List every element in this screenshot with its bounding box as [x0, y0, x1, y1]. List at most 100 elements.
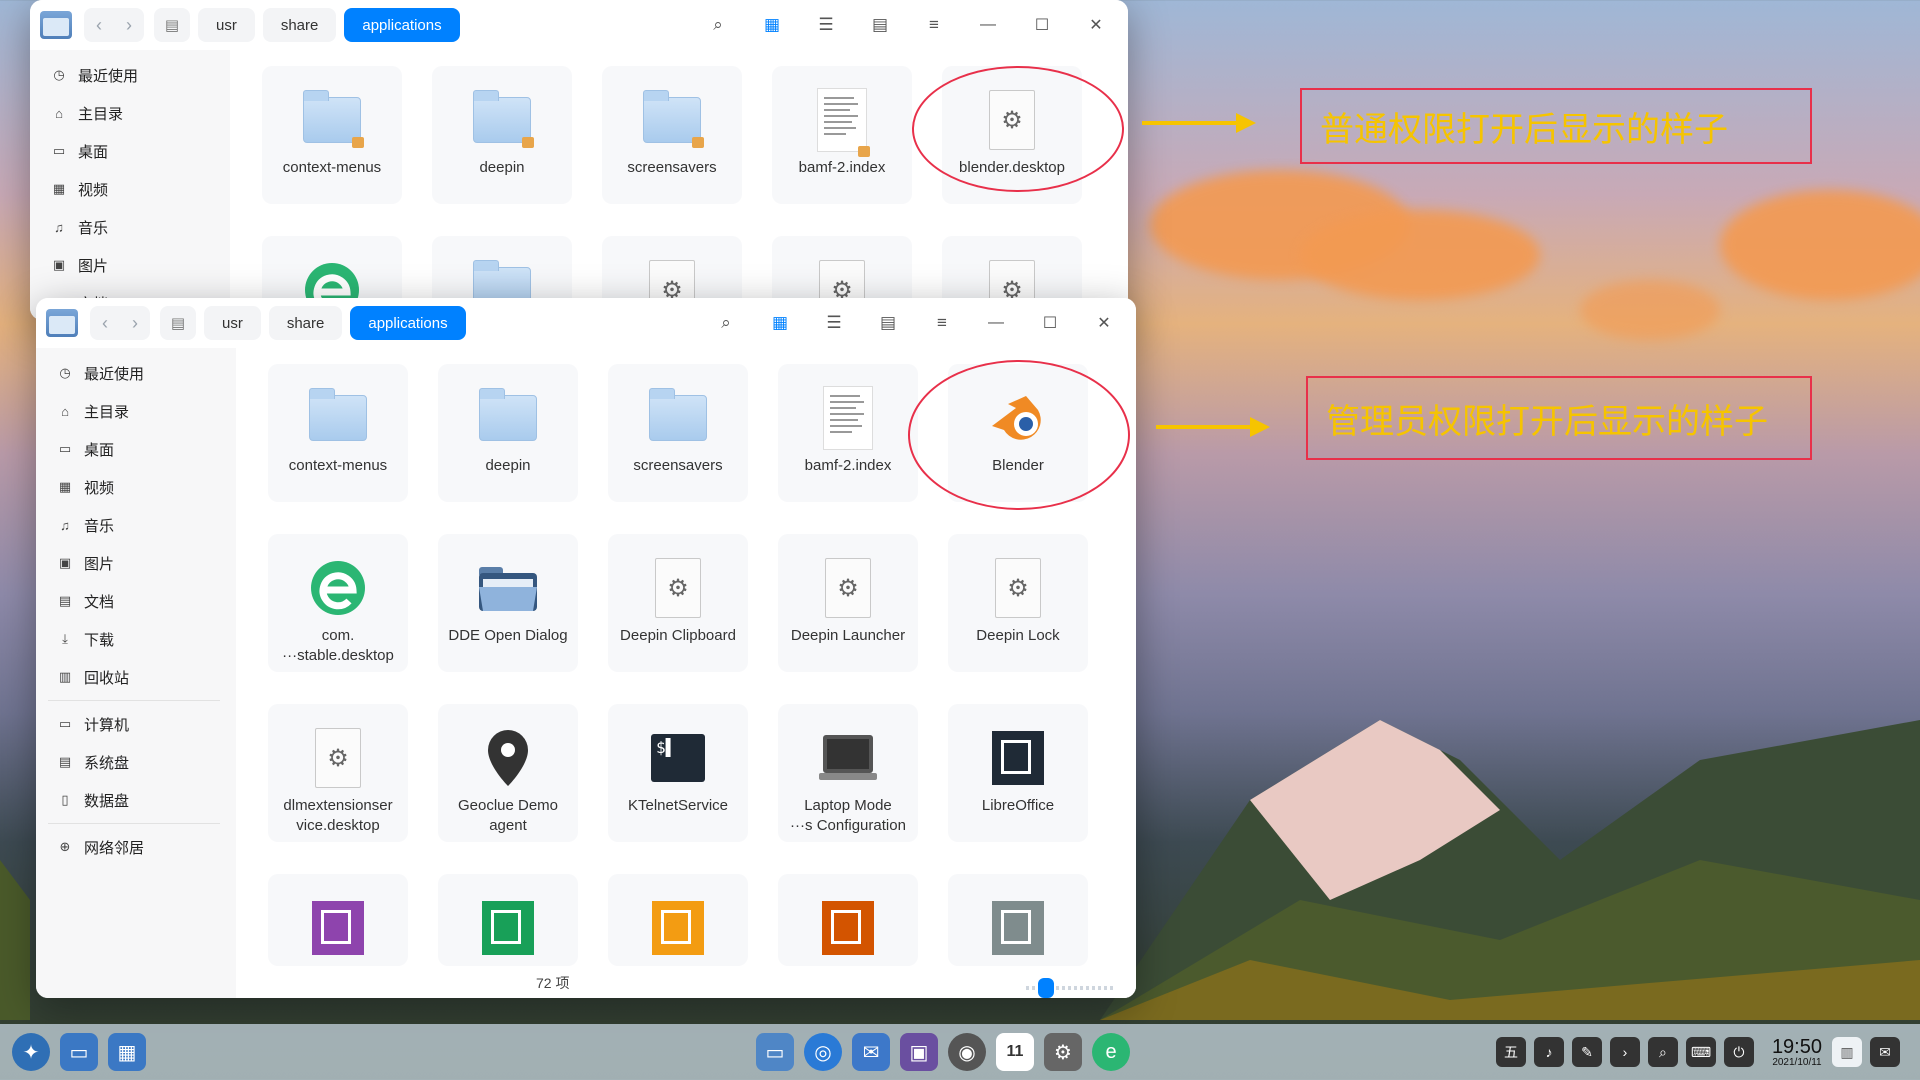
sidebar-item-music[interactable]: ♫ 音乐	[36, 506, 236, 544]
trash-bin-icon[interactable]: ▥	[1832, 1037, 1862, 1067]
file-tile[interactable]: $▌ KTelnetService	[608, 704, 748, 842]
file-tile[interactable]: bamf-2.index	[772, 66, 912, 204]
sidebar-item-recent[interactable]: ◷ 最近使用	[30, 56, 230, 94]
sidebar-item-music[interactable]: ♫ 音乐	[30, 208, 230, 246]
sidebar-item-home[interactable]: ⌂ 主目录	[30, 94, 230, 132]
close-button[interactable]: ✕	[1074, 8, 1118, 42]
sidebar-item-data-disk[interactable]: ▯ 数据盘	[36, 781, 236, 819]
sidebar-item-videos[interactable]: ▦ 视频	[36, 468, 236, 506]
sidebar-item-recent[interactable]: ◷ 最近使用	[36, 354, 236, 392]
file-tile[interactable]	[778, 874, 918, 966]
minimize-button[interactable]: —	[974, 306, 1018, 340]
search-tray-icon[interactable]: ⌕	[1647, 1037, 1678, 1067]
detail-view-icon[interactable]: ▤	[866, 306, 910, 340]
power-icon[interactable]: ⏻	[1723, 1037, 1754, 1067]
sidebar-item-computer[interactable]: ▭ 计算机	[36, 705, 236, 743]
close-button[interactable]: ✕	[1082, 306, 1126, 340]
breadcrumb-share[interactable]: share	[262, 8, 337, 42]
screenshot-icon[interactable]: ✎	[1571, 1037, 1602, 1067]
search-icon[interactable]: ⌕	[696, 8, 740, 42]
minimize-button[interactable]: —	[966, 8, 1010, 42]
sidebar-item-videos[interactable]: ▦ 视频	[30, 170, 230, 208]
sidebar-item-home[interactable]: ⌂ 主目录	[36, 392, 236, 430]
maximize-button[interactable]: ☐	[1020, 8, 1064, 42]
image-viewer-icon[interactable]: ▣	[900, 1033, 938, 1071]
sidebar-item-pictures[interactable]: ▣ 图片	[36, 544, 236, 582]
file-tile[interactable]: bamf-2.index	[778, 364, 918, 502]
file-tile[interactable]: ⚙ dlmextensionser vice.desktop	[268, 704, 408, 842]
file-tile[interactable]: Geoclue Demo agent	[438, 704, 578, 842]
file-tile[interactable]: screensavers	[608, 364, 748, 502]
titlebar: ‹ › ▤ usr share applications ⌕ ▦ ☰ ▤ ≡ —…	[30, 0, 1128, 50]
icon-view-icon[interactable]: ▦	[758, 306, 802, 340]
file-tile[interactable]: ⚙ Deepin Lock	[948, 534, 1088, 672]
file-tile[interactable]: Laptop Mode ···s Configuration	[778, 704, 918, 842]
list-view-icon[interactable]: ☰	[804, 8, 848, 42]
input-method-icon[interactable]: 五	[1495, 1037, 1526, 1067]
file-tile[interactable]: ⚙ Deepin Launcher	[778, 534, 918, 672]
forward-button[interactable]: ›	[114, 8, 144, 42]
gear-file-icon: ⚙	[825, 558, 871, 618]
file-tile[interactable]	[438, 874, 578, 966]
file-tile[interactable]: context-menus	[262, 66, 402, 204]
settings-gear-icon[interactable]: ⚙	[1044, 1033, 1082, 1071]
back-button[interactable]: ‹	[90, 306, 120, 340]
sidebar-item-trash[interactable]: ▥ 回收站	[36, 658, 236, 696]
clock-date: 2021/10/11	[1772, 1056, 1822, 1068]
gear-file-icon: ⚙	[315, 728, 361, 788]
file-tile[interactable]: deepin	[438, 364, 578, 502]
breadcrumb-share[interactable]: share	[268, 306, 343, 340]
detail-view-icon[interactable]: ▤	[858, 8, 902, 42]
multitasking-icon[interactable]: ▦	[108, 1033, 146, 1071]
breadcrumb-applications[interactable]: applications	[350, 306, 466, 340]
file-tile[interactable]: screensavers	[602, 66, 742, 204]
list-view-icon[interactable]: ☰	[812, 306, 856, 340]
maximize-button[interactable]: ☐	[1028, 306, 1072, 340]
show-desktop-icon[interactable]: ▭	[60, 1033, 98, 1071]
browser-icon[interactable]: ◎	[804, 1033, 842, 1071]
keyboard-icon[interactable]: ⌨	[1685, 1037, 1716, 1067]
breadcrumb-applications[interactable]: applications	[344, 8, 460, 42]
breadcrumb-usr[interactable]: usr	[198, 8, 255, 42]
sidebar-item-pictures[interactable]: ▣ 图片	[30, 246, 230, 284]
menu-icon[interactable]: ≡	[920, 306, 964, 340]
menu-icon[interactable]: ≡	[912, 8, 956, 42]
open-folder-icon	[479, 567, 537, 611]
file-tile[interactable]: LibreOffice	[948, 704, 1088, 842]
calendar-icon[interactable]: 11	[996, 1033, 1034, 1071]
launcher-icon[interactable]: ✦	[12, 1033, 50, 1071]
volume-icon[interactable]: ♪	[1533, 1037, 1564, 1067]
disk-icon[interactable]: ▤	[160, 306, 196, 340]
file-tile[interactable]: context-menus	[268, 364, 408, 502]
notification-icon[interactable]: ✉	[1870, 1037, 1900, 1067]
icon-size-slider[interactable]	[1026, 978, 1116, 998]
file-tile[interactable]: deepin	[432, 66, 572, 204]
forward-button[interactable]: ›	[120, 306, 150, 340]
icon-view-icon[interactable]: ▦	[750, 8, 794, 42]
file-tile[interactable]: DDE Open Dialog	[438, 534, 578, 672]
tray-expand-icon[interactable]: ›	[1609, 1037, 1640, 1067]
back-button[interactable]: ‹	[84, 8, 114, 42]
file-tile[interactable]: ⚙ Deepin Clipboard	[608, 534, 748, 672]
sidebar-item-label: 视频	[84, 479, 115, 497]
breadcrumb-usr[interactable]: usr	[204, 306, 261, 340]
sidebar-item-desktop[interactable]: ▭ 桌面	[30, 132, 230, 170]
camera-icon[interactable]: ◉	[948, 1033, 986, 1071]
sidebar-item-system-disk[interactable]: ▤ 系统盘	[36, 743, 236, 781]
file-manager-icon[interactable]: ▭	[756, 1033, 794, 1071]
slider-handle[interactable]	[1038, 978, 1054, 998]
disk-icon[interactable]: ▤	[154, 8, 190, 42]
sidebar-item-desktop[interactable]: ▭ 桌面	[36, 430, 236, 468]
edge-browser-icon[interactable]: e	[1092, 1033, 1130, 1071]
sidebar-item-downloads[interactable]: ⤓ 下载	[36, 620, 236, 658]
mail-icon[interactable]: ✉	[852, 1033, 890, 1071]
search-icon[interactable]: ⌕	[704, 306, 748, 340]
file-tile[interactable]	[948, 874, 1088, 966]
file-tile[interactable]	[608, 874, 748, 966]
sidebar-item-documents[interactable]: ▤ 文档	[36, 582, 236, 620]
file-tile[interactable]	[268, 874, 408, 966]
sidebar-item-label: 主目录	[78, 105, 124, 123]
clock[interactable]: 19:50 2021/10/11	[1772, 1037, 1822, 1068]
sidebar-item-network[interactable]: ⊕ 网络邻居	[36, 828, 236, 866]
file-tile[interactable]: com. ···stable.desktop	[268, 534, 408, 672]
